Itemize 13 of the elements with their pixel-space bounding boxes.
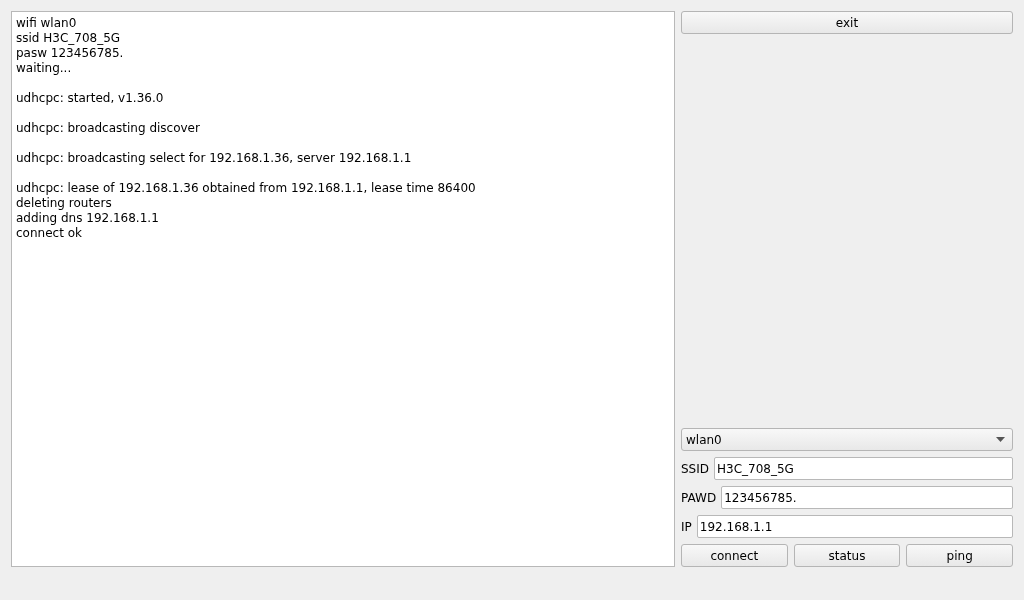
action-button[interactable]: status [793, 544, 901, 567]
exit-button[interactable]: exit [681, 11, 1013, 34]
log-text: wifi wlan0 ssid H3C_708_5G pasw 123456785. waiting... udhcpc: started, v1.36.0 udhcpc: broadcasting discover udhcpc: broadcasting select for 192.168.1.36, server 192.168.1.1 udhcpc: lease of 192.168.1.36 obtained from 192.168.1.1, lease time 86400 deleting routers adding dns 192.168.1.1 connect ok [16, 16, 477, 241]
field-label: PAWD [681, 490, 717, 505]
input-field[interactable]: 123456785. [721, 486, 1013, 509]
field-label: SSID [681, 461, 709, 476]
action-button[interactable]: ping [906, 544, 1013, 567]
dropdown-arrow-icon [996, 437, 1005, 442]
input-field[interactable]: H3C_708_5G [714, 457, 1013, 480]
interface-dropdown[interactable]: wlan0 [681, 428, 1013, 451]
input-field[interactable]: 192.168.1.1 [696, 515, 1013, 538]
field-label: IP [681, 519, 692, 534]
action-button[interactable]: connect [681, 544, 788, 567]
